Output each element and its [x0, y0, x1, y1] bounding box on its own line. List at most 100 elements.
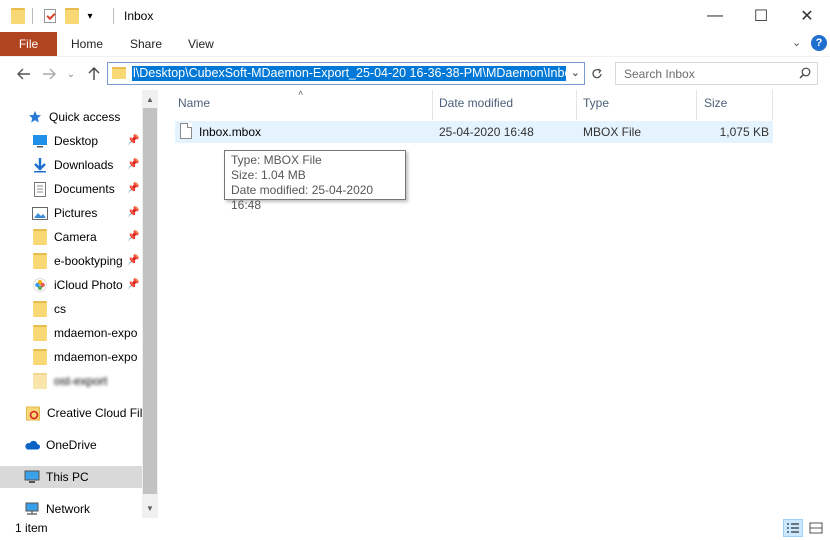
nav-item-label: Network [46, 502, 91, 516]
folder-icon [32, 301, 48, 317]
nav-item-documents[interactable]: Documents 📌 [0, 178, 142, 200]
tab-home[interactable]: Home [71, 37, 103, 51]
refresh-button[interactable] [587, 63, 607, 85]
nav-scroll-thumb[interactable] [143, 108, 157, 494]
recent-locations-icon[interactable]: ⌄ [63, 63, 79, 85]
tab-view[interactable]: View [188, 37, 214, 51]
column-divider[interactable] [772, 90, 773, 120]
pin-icon[interactable]: 📌 [127, 135, 139, 146]
nav-item-pictures[interactable]: Pictures 📌 [0, 202, 142, 224]
this-pc-icon [24, 469, 40, 485]
column-header-size[interactable]: Size [704, 96, 727, 110]
pin-icon[interactable]: 📌 [127, 183, 139, 194]
new-folder-icon[interactable] [64, 7, 80, 25]
nav-item-label: Quick access [49, 110, 121, 124]
up-button[interactable] [84, 63, 104, 85]
onedrive-icon [24, 437, 40, 453]
address-folder-icon [112, 67, 126, 79]
sort-ascending-icon: ˄ [298, 88, 304, 98]
nav-item-label: ost-export [54, 374, 108, 388]
nav-item-camera[interactable]: Camera 📌 [0, 226, 142, 248]
file-tooltip: Type: MBOX File Size: 1.04 MB Date modif… [224, 150, 406, 212]
address-dropdown-icon[interactable]: ⌄ [571, 66, 580, 79]
column-divider[interactable] [432, 90, 433, 120]
nav-item-network[interactable]: Network [0, 498, 142, 518]
download-icon [32, 157, 48, 173]
search-icon[interactable] [799, 67, 811, 79]
column-header-type[interactable]: Type [583, 96, 609, 110]
column-header-date-modified[interactable]: Date modified [439, 96, 513, 110]
folder-icon[interactable] [10, 7, 26, 25]
file-size: 1,075 KB [719, 125, 769, 139]
tab-share[interactable]: Share [130, 37, 162, 51]
forward-button[interactable] [39, 63, 59, 85]
file-icon [180, 123, 192, 139]
scroll-down-icon[interactable]: ▼ [142, 500, 158, 516]
nav-item-label: mdaemon-expo [54, 326, 138, 340]
nav-item-creative-cloud[interactable]: Creative Cloud Fil [0, 402, 142, 424]
folder-icon [32, 325, 48, 341]
documents-icon [32, 181, 48, 197]
nav-item-icloud-photo[interactable]: iCloud Photo 📌 [0, 274, 142, 296]
search-box[interactable]: Search Inbox [615, 62, 818, 85]
nav-item-this-pc[interactable]: This PC [0, 466, 142, 488]
address-bar[interactable]: l\Desktop\CubexSoft-MDaemon-Export_25-04… [107, 62, 585, 85]
pictures-icon [32, 205, 48, 221]
properties-icon[interactable] [42, 7, 58, 25]
desktop-icon [32, 133, 48, 149]
nav-item-mdaemon-expo-2[interactable]: mdaemon-expo [0, 346, 142, 368]
file-date-modified: 25-04-2020 16:48 [439, 125, 534, 139]
details-view-icon [787, 523, 799, 533]
large-icons-view-button[interactable] [806, 519, 826, 537]
tooltip-size: Size: 1.04 MB [231, 168, 306, 182]
nav-item-label: Creative Cloud Fil [47, 406, 142, 420]
table-row[interactable]: Inbox.mbox 25-04-2020 16:48 MBOX File 1,… [175, 121, 773, 143]
expand-ribbon-icon[interactable]: ⌄ [792, 36, 801, 49]
maximize-button[interactable]: ☐ [738, 0, 784, 32]
nav-item-label: Desktop [54, 134, 99, 148]
nav-item-onedrive[interactable]: OneDrive [0, 434, 142, 456]
help-icon[interactable]: ? [811, 35, 827, 51]
folder-icon [32, 349, 48, 365]
pin-icon[interactable]: 📌 [127, 159, 139, 170]
details-view-button[interactable] [783, 519, 803, 537]
scroll-up-icon[interactable]: ▲ [142, 91, 158, 107]
tab-file[interactable]: File [0, 32, 57, 56]
item-count: 1 item [15, 521, 48, 535]
address-path[interactable]: l\Desktop\CubexSoft-MDaemon-Export_25-04… [132, 66, 566, 81]
title-divider [113, 8, 114, 24]
star-icon [27, 109, 43, 125]
nav-item-downloads[interactable]: Downloads 📌 [0, 154, 142, 176]
nav-item-label: cs [54, 302, 66, 316]
back-button[interactable] [14, 63, 34, 85]
pin-icon[interactable]: 📌 [127, 279, 139, 290]
ribbon-tabs: File Home Share View ⌄ [0, 32, 830, 56]
close-button[interactable]: ✕ [784, 0, 830, 32]
minimize-button[interactable]: — [692, 0, 738, 32]
nav-item-mdaemon-expo-1[interactable]: mdaemon-expo [0, 322, 142, 344]
nav-item-label: Documents [54, 182, 115, 196]
nav-item-quick-access[interactable]: Quick access [0, 106, 142, 128]
pin-icon[interactable]: 📌 [127, 255, 139, 266]
nav-item-label: e-booktyping [54, 254, 123, 268]
search-placeholder: Search Inbox [624, 67, 695, 81]
nav-item-desktop[interactable]: Desktop 📌 [0, 130, 142, 152]
file-name[interactable]: Inbox.mbox [199, 125, 261, 139]
pin-icon[interactable]: 📌 [127, 231, 139, 242]
nav-item-label: Pictures [54, 206, 98, 220]
nav-item-label: Downloads [54, 158, 114, 172]
column-header-name[interactable]: Name [178, 96, 210, 110]
nav-item-label: This PC [46, 470, 89, 484]
column-divider[interactable] [696, 90, 697, 120]
folder-icon [32, 253, 48, 269]
column-divider[interactable] [576, 90, 577, 120]
customize-quick-access-icon[interactable]: ▾ [84, 7, 96, 25]
pin-icon[interactable]: 📌 [127, 207, 139, 218]
folder-icon [32, 229, 48, 245]
nav-item-ost-export[interactable]: ost-export [0, 370, 142, 392]
nav-item-e-booktyping[interactable]: e-booktyping 📌 [0, 250, 142, 272]
nav-item-cs[interactable]: cs [0, 298, 142, 320]
nav-item-label: mdaemon-expo [54, 350, 138, 364]
tooltip-date: Date modified: 25-04-2020 16:48 [231, 183, 374, 212]
address-row: ⌄ l\Desktop\CubexSoft-MDaemon-Export_25-… [0, 56, 830, 90]
